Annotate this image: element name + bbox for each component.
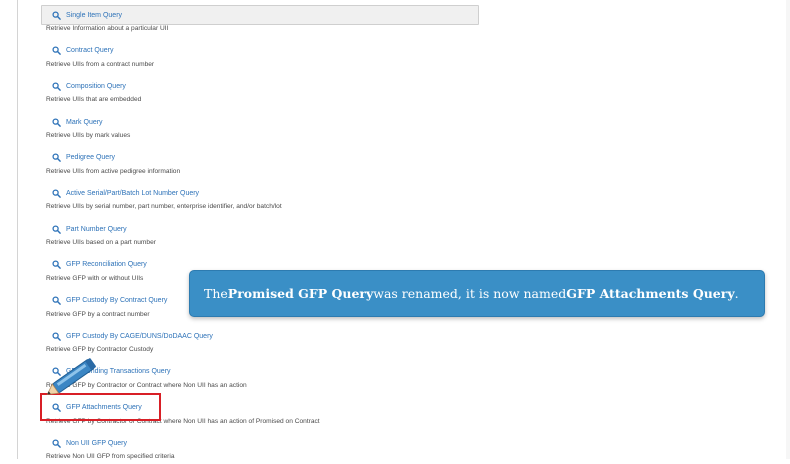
query-description: Retrieve Non UII GFP from specified crit… <box>46 453 175 461</box>
query-row: GFP Pending Transactions Query Retrieve G… <box>38 357 790 393</box>
query-description: Retrieve UIIs based on a part number <box>46 239 156 247</box>
query-label: Composition Query <box>66 82 126 90</box>
callout-prefix: The <box>204 286 228 301</box>
query-link[interactable]: Contract Query <box>38 42 113 60</box>
query-link[interactable]: Pedigree Query <box>38 149 115 167</box>
search-icon <box>52 260 61 270</box>
callout-middle: was renamed, it is now named <box>373 286 567 301</box>
query-label: Single Item Query <box>66 11 123 19</box>
query-description: Retrieve GFP by a contract number <box>46 310 150 318</box>
query-label: GFP Custody By Contract Query <box>66 297 168 304</box>
content-frame: Single Item Query Retrieve Information ab… <box>17 0 790 461</box>
query-label: Non UII GFP Query <box>66 439 127 447</box>
query-label: Pedigree Query <box>66 154 116 162</box>
query-description: Retrieve GFP by Contractor Custody <box>46 346 154 354</box>
query-row: Composition Query Retrieve UIIs that are … <box>38 71 790 107</box>
query-row: Part Number Query Retrieve UIIs based on … <box>38 214 790 250</box>
query-label: GFP Reconciliation Query <box>66 261 147 269</box>
search-icon <box>52 46 61 56</box>
search-icon <box>52 10 61 20</box>
search-icon <box>52 439 61 448</box>
query-row: Mark Query Retrieve UIIs by mark values <box>38 107 790 143</box>
rename-callout: The Promised GFP Query was renamed, it i… <box>189 270 765 317</box>
query-description: Retrieve UIIs that are embedded <box>46 96 142 104</box>
query-description: Retrieve UIIs from active pedigree infor… <box>46 167 181 175</box>
query-description: Retrieve UIIs from a contract number <box>46 60 155 68</box>
query-link[interactable]: GFP Custody By Contract Query <box>38 292 167 310</box>
query-label: Active Serial/Part/Batch Lot Number Quer… <box>66 189 200 197</box>
scrollbar[interactable] <box>786 0 790 459</box>
search-icon <box>52 225 61 234</box>
query-label: GFP Custody By CAGE/DUNS/DoDAAC Query <box>66 332 213 340</box>
search-icon <box>52 118 61 127</box>
query-link[interactable]: Active Serial/Part/Batch Lot Number Quer… <box>38 184 199 202</box>
query-description: Retrieve Information about a particular … <box>46 25 169 32</box>
query-label: Contract Query <box>66 47 114 55</box>
search-icon <box>52 332 61 341</box>
query-description: Retrieve UIIs by mark values <box>46 132 131 140</box>
query-link[interactable]: Composition Query <box>38 77 126 95</box>
pen-icon <box>46 358 96 395</box>
search-icon <box>52 189 61 198</box>
query-link[interactable]: Part Number Query <box>38 220 127 238</box>
query-link[interactable]: GFP Custody By CAGE/DUNS/DoDAAC Query <box>38 327 213 345</box>
query-row: Pedigree Query Retrieve UIIs from active … <box>38 143 790 179</box>
query-label: Part Number Query <box>66 225 127 233</box>
callout-new-name: GFP Attachments Query <box>566 286 735 301</box>
query-link[interactable]: Single Item Query <box>41 5 479 25</box>
query-row: Active Serial/Part/Batch Lot Number Quer… <box>38 178 790 214</box>
callout-suffix: . <box>734 286 739 301</box>
query-row: GFP Custody By CAGE/DUNS/DoDAAC Query Ret… <box>38 321 790 357</box>
search-icon <box>52 82 61 91</box>
search-icon <box>52 153 61 163</box>
search-icon <box>52 296 61 305</box>
query-label: Mark Query <box>66 118 103 126</box>
query-description: Retrieve GFP with or without UIIs <box>46 274 144 282</box>
callout-old-name: Promised GFP Query <box>227 286 374 301</box>
query-row: Single Item Query Retrieve Information ab… <box>38 0 790 36</box>
query-link[interactable]: Non UII GFP Query <box>38 434 127 452</box>
query-link[interactable]: GFP Reconciliation Query <box>38 256 147 274</box>
query-description: Retrieve UIIs by serial number, part num… <box>46 203 282 211</box>
query-row: Contract Query Retrieve UIIs from a contr… <box>38 36 790 72</box>
query-link[interactable]: Mark Query <box>38 113 103 131</box>
